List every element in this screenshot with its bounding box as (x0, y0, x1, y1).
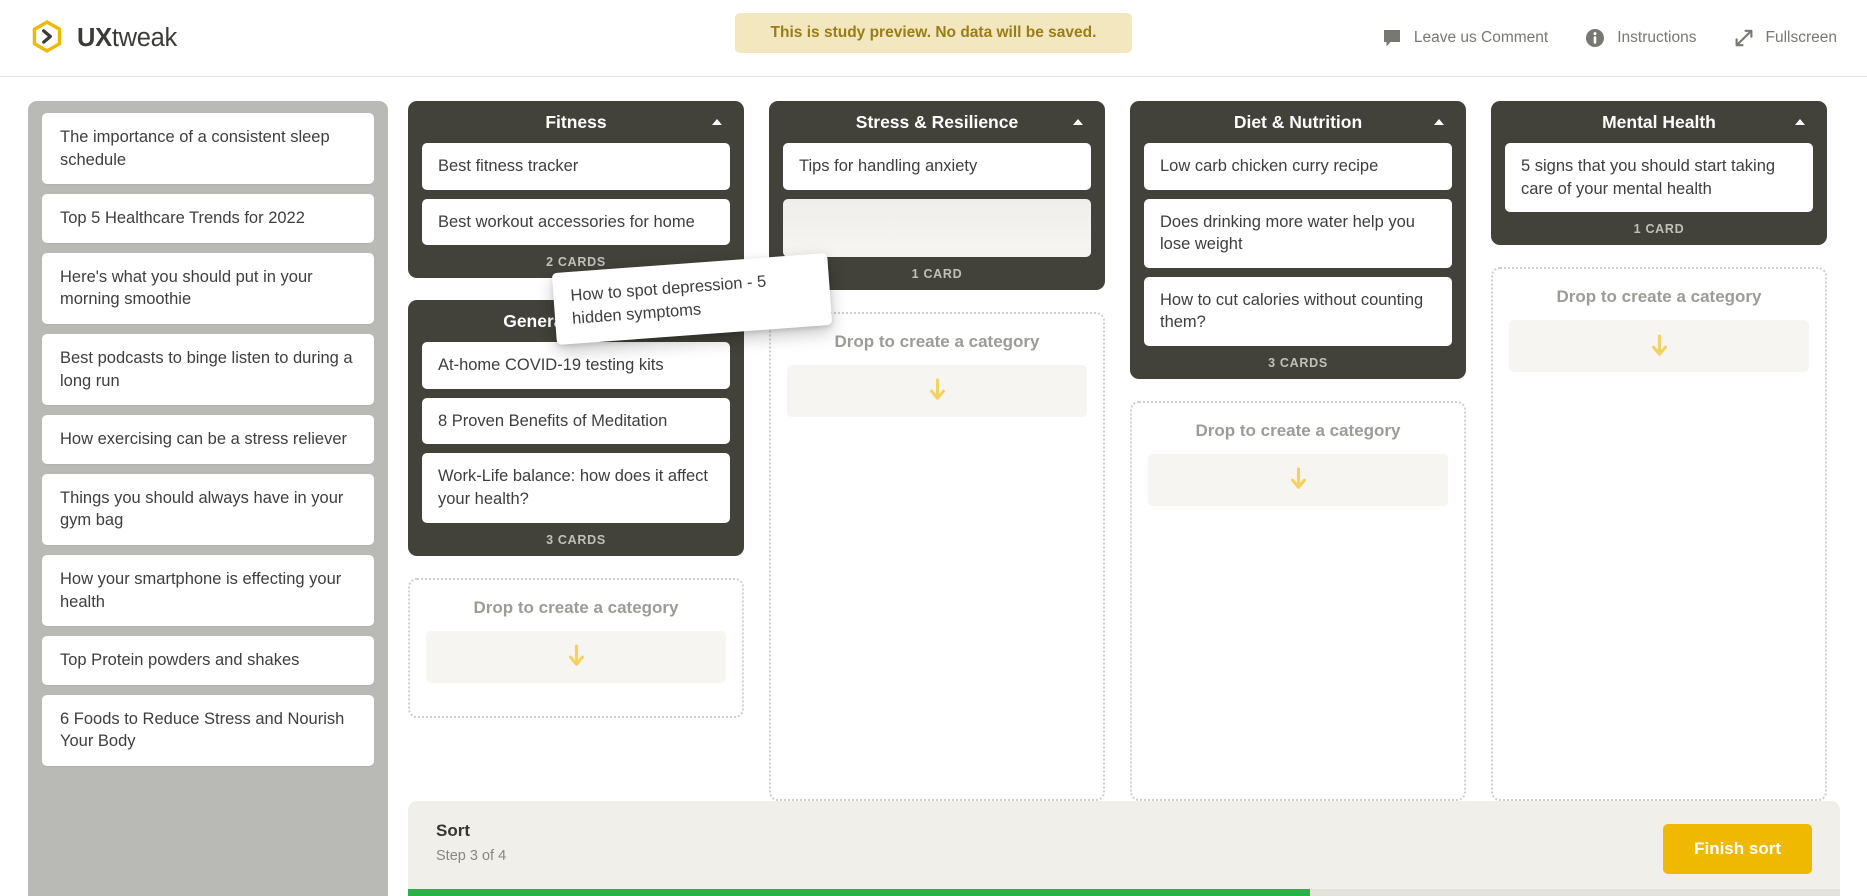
logo-text-ux: UX (77, 23, 112, 52)
category-title: Fitness (545, 111, 607, 132)
category-card-count: 3 CARDS (546, 532, 606, 547)
header-actions: Leave us Comment Instructions Fullscreen (1381, 27, 1837, 49)
create-category-dropzone[interactable]: Drop to create a category (408, 577, 744, 718)
category-card-list: Low carb chicken curry recipe Does drinki… (1144, 143, 1452, 346)
category-box[interactable]: Fitness Best fitness tracker Best workout … (408, 101, 744, 279)
category-column: Mental Health 5 signs that you should sta… (1491, 101, 1827, 801)
dropzone-target[interactable] (426, 630, 726, 683)
uxtweak-logo[interactable]: UXtweak (28, 19, 177, 57)
sort-bottom-bar: Sort Step 3 of 4 Finish sort (408, 801, 1840, 896)
unsorted-card[interactable]: How your smartphone is effecting your he… (42, 554, 374, 627)
create-category-dropzone[interactable]: Drop to create a category (1491, 267, 1827, 801)
category-card-list: Best fitness tracker Best workout accesso… (422, 143, 730, 246)
category-column: Fitness Best fitness tracker Best workout … (408, 101, 744, 801)
category-collapse-toggle[interactable] (1789, 111, 1811, 133)
category-title: Mental Health (1602, 111, 1716, 132)
triangle-up-icon (1073, 119, 1083, 125)
unsorted-card[interactable]: Things you should always have in your gy… (42, 473, 374, 545)
instructions-label: Instructions (1617, 29, 1697, 46)
arrow-down-icon (1290, 467, 1306, 490)
category-column: Diet & Nutrition Low carb chicken curry r… (1130, 101, 1466, 801)
leave-comment-button[interactable]: Leave us Comment (1381, 27, 1548, 49)
dropzone-label: Drop to create a category (1195, 420, 1401, 440)
unsorted-card[interactable]: Best podcasts to binge listen to during … (42, 333, 374, 406)
fullscreen-button[interactable]: Fullscreen (1733, 27, 1838, 49)
category-title: Diet & Nutrition (1233, 111, 1363, 132)
category-title: Stress & Resilience (855, 111, 1019, 132)
instructions-button[interactable]: Instructions (1584, 27, 1697, 49)
dropzone-label: Drop to create a category (834, 331, 1040, 351)
triangle-up-icon (712, 119, 722, 125)
category-collapse-toggle[interactable] (1067, 111, 1089, 133)
category-card[interactable]: Tips for handling anxiety (783, 143, 1091, 190)
category-columns: Fitness Best fitness tracker Best workout … (408, 101, 1840, 801)
card-sort-board: The importance of a consistent sleep sch… (0, 77, 1867, 896)
category-card[interactable]: Best fitness tracker (422, 143, 730, 190)
leave-comment-label: Leave us Comment (1413, 29, 1549, 46)
dropzone-target[interactable] (787, 364, 1087, 417)
app-header: UXtweak This is study preview. No data w… (0, 0, 1867, 77)
category-box[interactable]: Diet & Nutrition Low carb chicken curry r… (1130, 101, 1466, 379)
category-card[interactable]: Work-Life balance: how does it affect yo… (422, 453, 730, 523)
category-collapse-toggle[interactable] (706, 111, 728, 133)
unsorted-card[interactable]: Top 5 Healthcare Trends for 2022 (42, 194, 374, 243)
create-category-dropzone[interactable]: Drop to create a category (769, 311, 1105, 801)
unsorted-card[interactable]: Top Protein powders and shakes (42, 636, 374, 685)
info-icon (1586, 29, 1605, 47)
dropzone-target[interactable] (1509, 320, 1809, 373)
card-drop-placeholder (783, 198, 1091, 257)
triangle-up-icon (1434, 119, 1444, 125)
category-card[interactable]: How to cut calories without counting the… (1144, 276, 1452, 346)
unsorted-card[interactable]: The importance of a consistent sleep sch… (42, 113, 374, 185)
category-column: Stress & Resilience Tips for handling anx… (769, 101, 1105, 801)
category-card[interactable]: Best workout accessories for home (422, 198, 730, 246)
category-box[interactable]: Mental Health 5 signs that you should sta… (1491, 101, 1827, 246)
progress-fill (408, 889, 1311, 896)
study-preview-banner: This is study preview. No data will be s… (735, 13, 1132, 53)
category-card-count: 1 CARD (911, 266, 963, 281)
category-header: Fitness (422, 101, 730, 143)
unsorted-card[interactable]: 6 Foods to Reduce Stress and Nourish You… (42, 694, 374, 766)
category-card[interactable]: Low carb chicken curry recipe (1144, 143, 1452, 190)
create-category-dropzone[interactable]: Drop to create a category (1130, 400, 1466, 801)
category-card[interactable]: 8 Proven Benefits of Meditation (422, 397, 730, 445)
category-card-list: At-home COVID-19 testing kits 8 Proven Be… (422, 342, 730, 523)
unsorted-card[interactable]: Here's what you should put in your morni… (42, 252, 374, 324)
category-card[interactable]: 5 signs that you should start taking car… (1505, 143, 1813, 213)
arrow-down-icon (568, 644, 584, 666)
category-header: Stress & Resilience (783, 101, 1091, 143)
logo-wordmark: UXtweak (77, 24, 177, 53)
sort-step-label: Step 3 of 4 (436, 848, 507, 864)
arrow-down-icon (1651, 334, 1667, 356)
dropzone-label: Drop to create a category (1556, 287, 1762, 307)
category-collapse-toggle[interactable] (1428, 111, 1450, 133)
category-header: Diet & Nutrition (1144, 101, 1452, 143)
progress-track (408, 889, 1840, 896)
logo-text-tweak: tweak (111, 23, 177, 52)
category-card[interactable]: Does drinking more water help you lose w… (1144, 198, 1452, 268)
comment-icon (1383, 30, 1400, 47)
finish-sort-button[interactable]: Finish sort (1663, 823, 1812, 874)
fullscreen-label: Fullscreen (1765, 29, 1838, 46)
category-card-list: 5 signs that you should start taking car… (1505, 143, 1813, 213)
category-card-count: 1 CARD (1633, 222, 1685, 237)
category-card[interactable]: At-home COVID-19 testing kits (422, 342, 730, 389)
category-header: Mental Health (1505, 101, 1813, 143)
uxtweak-hexagon-logo-icon (32, 20, 62, 53)
unsorted-card[interactable]: How exercising can be a stress reliever (42, 415, 374, 464)
fullscreen-icon (1735, 29, 1752, 47)
sort-title: Sort (436, 821, 470, 840)
triangle-up-icon (1795, 119, 1805, 125)
category-card-count: 3 CARDS (1268, 355, 1328, 370)
arrow-down-icon (929, 378, 945, 400)
dropzone-target[interactable] (1148, 453, 1448, 506)
dropzone-label: Drop to create a category (473, 597, 679, 617)
unsorted-cards-panel[interactable]: The importance of a consistent sleep sch… (28, 101, 388, 896)
category-card-list: Tips for handling anxiety (783, 143, 1091, 257)
